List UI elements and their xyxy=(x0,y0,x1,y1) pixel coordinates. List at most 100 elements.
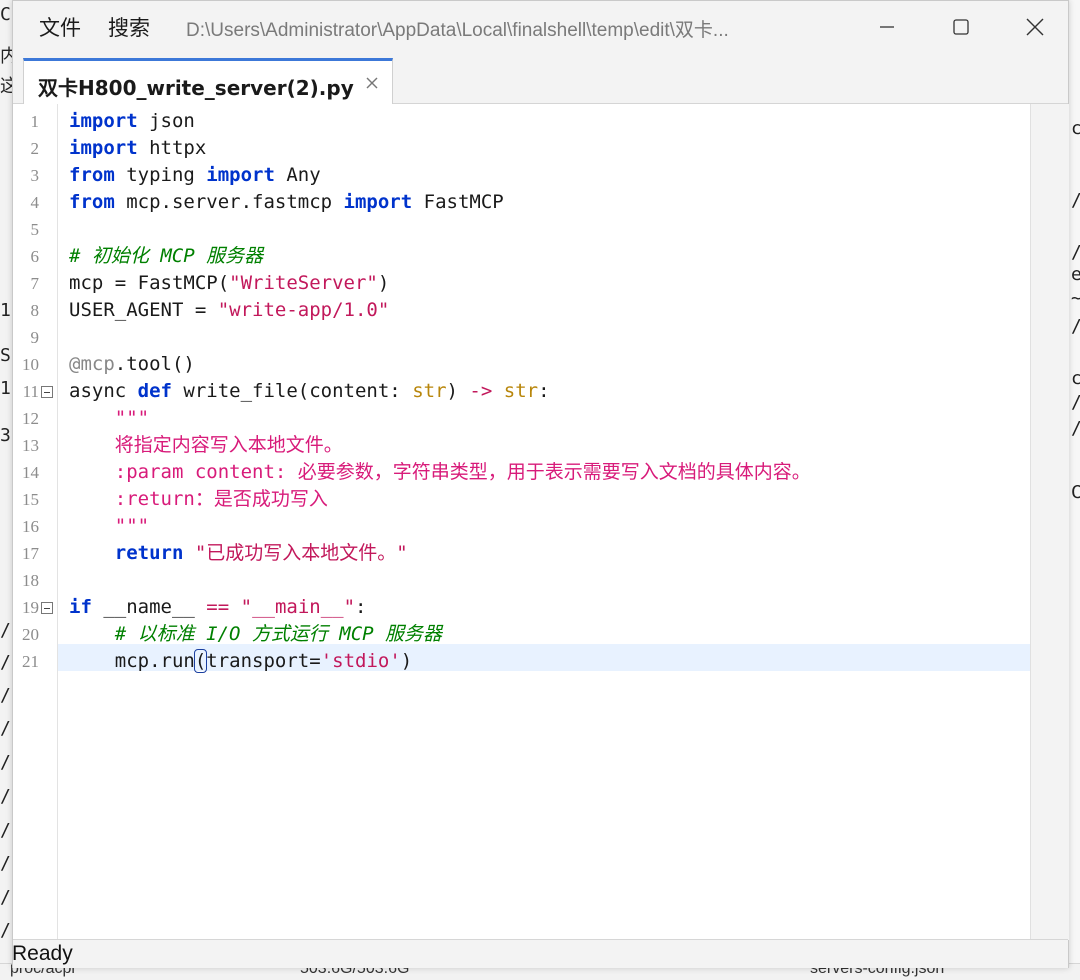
code-token: import xyxy=(343,191,413,213)
line-number: 17 xyxy=(22,544,39,563)
code-line[interactable]: mcp = FastMCP("WriteServer") xyxy=(69,270,389,297)
code-token: == xyxy=(206,596,230,618)
line-number: 4 xyxy=(30,193,40,212)
line-number: 8 xyxy=(30,301,40,320)
code-line[interactable]: """ xyxy=(69,513,149,540)
fold-toggle-icon[interactable] xyxy=(41,386,53,398)
code-token: # 以标准 I/O 方式运行 MCP 服务器 xyxy=(114,623,443,645)
background-glyph: 1 xyxy=(0,378,11,399)
line-number: 5 xyxy=(30,220,40,239)
code-token: write_file(content: xyxy=(171,380,413,402)
background-glyph: c xyxy=(1071,368,1080,389)
line-number: 13 xyxy=(22,436,39,455)
code-token: @mcp xyxy=(69,353,115,375)
code-token: typing xyxy=(114,164,207,186)
code-line[interactable]: from mcp.server.fastmcp import FastMCP xyxy=(69,189,504,216)
code-token: return xyxy=(114,542,184,564)
line-number: 14 xyxy=(22,463,39,482)
code-token: FastMCP xyxy=(412,191,504,213)
code-line[interactable]: :param content: 必要参数，字符串类型，用于表示需要写入文档的具体… xyxy=(69,459,811,486)
background-glyph: / xyxy=(1071,392,1080,413)
line-number: 7 xyxy=(30,274,40,293)
tab-label: 双卡H800_write_server(2).py xyxy=(38,76,354,100)
code-token: httpx xyxy=(137,137,207,159)
background-glyph: ~ xyxy=(1071,288,1080,309)
code-token: :param content: 必要参数，字符串类型，用于表示需要写入文档的具体… xyxy=(114,461,811,483)
maximize-button[interactable] xyxy=(941,11,981,43)
background-glyph: e xyxy=(1071,264,1080,285)
minimize-button[interactable] xyxy=(867,11,907,43)
code-token: mcp = FastMCP( xyxy=(69,272,230,294)
line-number: 10 xyxy=(22,355,39,374)
code-line[interactable]: # 初始化 MCP 服务器 xyxy=(69,243,263,270)
menu-file[interactable]: 文件 xyxy=(39,12,81,42)
code-token: "__main__" xyxy=(240,596,356,618)
tab-close-icon[interactable] xyxy=(364,75,380,91)
line-number: 20 xyxy=(22,625,39,644)
title-bar[interactable]: 文件 搜索 D:\Users\Administrator\AppData\Loc… xyxy=(13,1,1068,53)
line-number: 16 xyxy=(22,517,39,536)
code-line[interactable]: import json xyxy=(69,108,195,135)
background-glyph: C xyxy=(0,4,11,25)
code-line[interactable]: async def write_file(content: str) -> st… xyxy=(69,378,550,405)
code-token: if xyxy=(69,596,92,618)
code-line[interactable]: @mcp.tool() xyxy=(69,351,195,378)
background-glyph: / xyxy=(0,685,11,706)
background-glyph: / xyxy=(0,920,11,941)
background-glyph: C xyxy=(1071,482,1080,503)
code-line[interactable]: mcp.run(transport='stdio') xyxy=(69,648,412,675)
background-glyph: / xyxy=(0,652,11,673)
code-token: mcp.run xyxy=(69,650,195,672)
code-token: str xyxy=(412,380,447,402)
code-token: json xyxy=(137,110,195,132)
code-token: mcp.server.fastmcp xyxy=(114,191,344,213)
code-line[interactable]: 将指定内容写入本地文件。 xyxy=(69,432,343,459)
code-line[interactable]: if __name__ == "__main__": xyxy=(69,594,366,621)
menu-search[interactable]: 搜索 xyxy=(108,12,150,42)
code-line[interactable]: return "已成功写入本地文件。" xyxy=(69,540,408,567)
background-glyph: / xyxy=(0,853,11,874)
editor-window: 文件 搜索 D:\Users\Administrator\AppData\Loc… xyxy=(12,0,1069,968)
code-line[interactable]: :return：是否成功写入 xyxy=(69,486,328,513)
code-token: USER_AGENT = xyxy=(69,299,218,321)
line-number: 1 xyxy=(30,112,40,131)
code-token: """ xyxy=(114,407,150,429)
tab-bar: 双卡H800_write_server(2).py xyxy=(13,53,1068,104)
code-token: 将指定内容写入本地文件。 xyxy=(114,434,343,456)
background-glyph: / xyxy=(0,786,11,807)
line-number: 21 xyxy=(22,652,39,671)
background-glyph: / xyxy=(1071,418,1080,439)
fold-toggle-icon[interactable] xyxy=(41,602,53,614)
code-token: ) xyxy=(377,272,390,294)
code-token: """ xyxy=(114,515,150,537)
code-line[interactable]: """ xyxy=(69,405,149,432)
line-number: 2 xyxy=(30,139,40,158)
code-line[interactable]: # 以标准 I/O 方式运行 MCP 服务器 xyxy=(69,621,442,648)
code-line[interactable]: from typing import Any xyxy=(69,162,321,189)
code-token: ) xyxy=(400,650,413,672)
line-number: 18 xyxy=(22,571,39,590)
line-number: 9 xyxy=(30,328,40,347)
line-number: 6 xyxy=(30,247,40,266)
tab-file[interactable]: 双卡H800_write_server(2).py xyxy=(23,58,393,104)
code-line[interactable]: USER_AGENT = "write-app/1.0" xyxy=(69,297,389,324)
window-title-path: D:\Users\Administrator\AppData\Local\fin… xyxy=(186,20,729,41)
background-glyph: / xyxy=(1071,190,1080,211)
maximize-icon xyxy=(953,19,969,35)
code-token: from xyxy=(69,164,115,186)
vertical-scrollbar[interactable] xyxy=(1030,104,1069,940)
code-line[interactable]: import httpx xyxy=(69,135,206,162)
close-window-button[interactable] xyxy=(1015,11,1055,43)
code-editor[interactable]: 1 2 3 4 5 6 7 8 9 10 11 12 13 14 15 16 17 18 19 20 21 import… xyxy=(13,104,1030,940)
background-glyph: / xyxy=(0,718,11,739)
code-token: str xyxy=(503,380,539,402)
code-token: ) xyxy=(446,380,470,402)
code-token: : xyxy=(538,380,550,402)
